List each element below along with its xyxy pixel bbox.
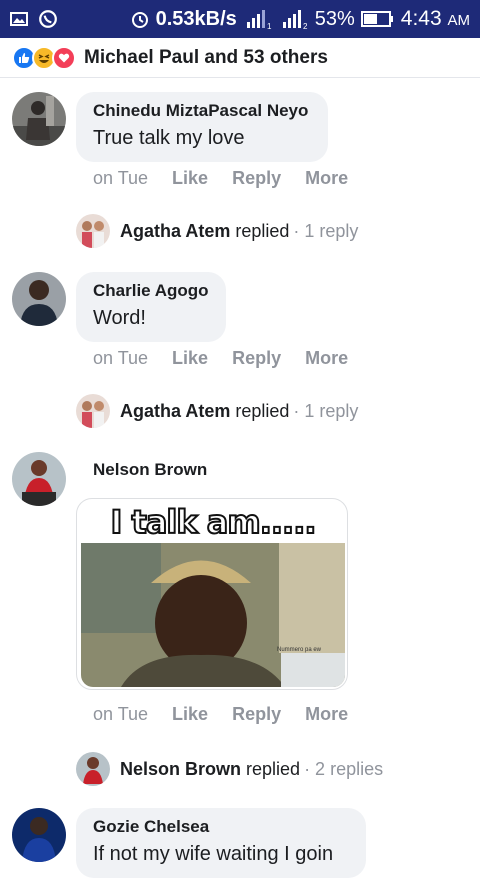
image-caption: I talk am..... (109, 502, 317, 542)
more-button[interactable]: More (305, 168, 348, 189)
avatar[interactable] (12, 272, 66, 326)
svg-text:2: 2 (303, 22, 308, 30)
comment-bubble[interactable]: Gozie Chelsea If not my wife waiting I g… (76, 808, 366, 878)
reply-count[interactable]: · 2 replies (304, 759, 383, 780)
reply-count[interactable]: · 1 reply (293, 401, 358, 422)
svg-text:1: 1 (267, 22, 272, 30)
comment-bubble[interactable]: Charlie Agogo Word! (76, 272, 226, 342)
battery-icon (360, 11, 393, 27)
meme-photo (81, 543, 345, 687)
reactions-label[interactable]: Michael Paul and 53 others (84, 47, 328, 69)
comment-actions: on Tue Like Reply More (93, 348, 372, 369)
clock: 4:43 AM (400, 7, 470, 30)
love-reaction-icon (52, 45, 76, 70)
image-subtext: Nummero pa ew (277, 647, 322, 653)
reactions-summary[interactable]: Michael Paul and 53 others (0, 38, 480, 78)
reply-button[interactable]: Reply (232, 348, 281, 369)
signal-g-2-icon: 2 (282, 10, 308, 30)
network-speed: 0.53kB/s (155, 7, 237, 30)
whatsapp-icon (39, 10, 57, 28)
battery-percent: 53% (314, 7, 355, 30)
comment-image[interactable]: I talk am..... Nummero pa ew (76, 498, 348, 690)
like-button[interactable]: Like (172, 348, 208, 369)
more-button[interactable]: More (305, 704, 348, 725)
replies-link[interactable]: Agatha Atem replied · 1 reply (76, 394, 358, 428)
reply-verb: replied (235, 220, 290, 241)
reply-verb: replied (235, 400, 290, 421)
comment-text: Word! (93, 307, 146, 329)
image-icon (10, 12, 28, 26)
alarm-icon (131, 12, 148, 28)
reply-author[interactable]: Agatha Atem (120, 401, 230, 422)
like-button[interactable]: Like (172, 168, 208, 189)
comment-time: on Tue (93, 348, 149, 368)
more-button[interactable]: More (305, 348, 348, 369)
reply-author[interactable]: Nelson Brown (120, 759, 241, 780)
comment-actions: on Tue Like Reply More (93, 704, 372, 725)
reply-author[interactable]: Agatha Atem (120, 221, 230, 242)
reply-verb: replied (246, 758, 301, 779)
replies-link[interactable]: Agatha Atem replied · 1 reply (76, 214, 358, 248)
comment-author[interactable]: Gozie Chelsea (93, 817, 349, 837)
signal-h-plus-1-icon: 1 (246, 10, 272, 30)
reply-avatar (76, 394, 110, 428)
reply-avatar (76, 752, 110, 786)
reply-count[interactable]: · 1 reply (293, 221, 358, 242)
comment-author[interactable]: Chinedu MiztaPascal Neyo (93, 101, 311, 121)
comment-time: on Tue (93, 168, 149, 188)
replies-link[interactable]: Nelson Brown replied · 2 replies (76, 752, 383, 786)
comment-author[interactable]: Nelson Brown (93, 460, 207, 480)
like-button[interactable]: Like (172, 704, 208, 725)
reply-avatar (76, 214, 110, 248)
comment-text: True talk my love (93, 127, 245, 149)
avatar[interactable] (12, 92, 66, 146)
comment-bubble[interactable]: Chinedu MiztaPascal Neyo True talk my lo… (76, 92, 328, 162)
comment-actions: on Tue Like Reply More (93, 168, 372, 189)
comment-time: on Tue (93, 704, 149, 724)
avatar[interactable] (12, 452, 66, 506)
comment-text: If not my wife waiting I goin (93, 843, 334, 865)
comment-author[interactable]: Charlie Agogo (93, 281, 209, 301)
status-bar: 0.53kB/s 1 2 53% 4:43 AM (0, 0, 480, 38)
reply-button[interactable]: Reply (232, 168, 281, 189)
reply-button[interactable]: Reply (232, 704, 281, 725)
